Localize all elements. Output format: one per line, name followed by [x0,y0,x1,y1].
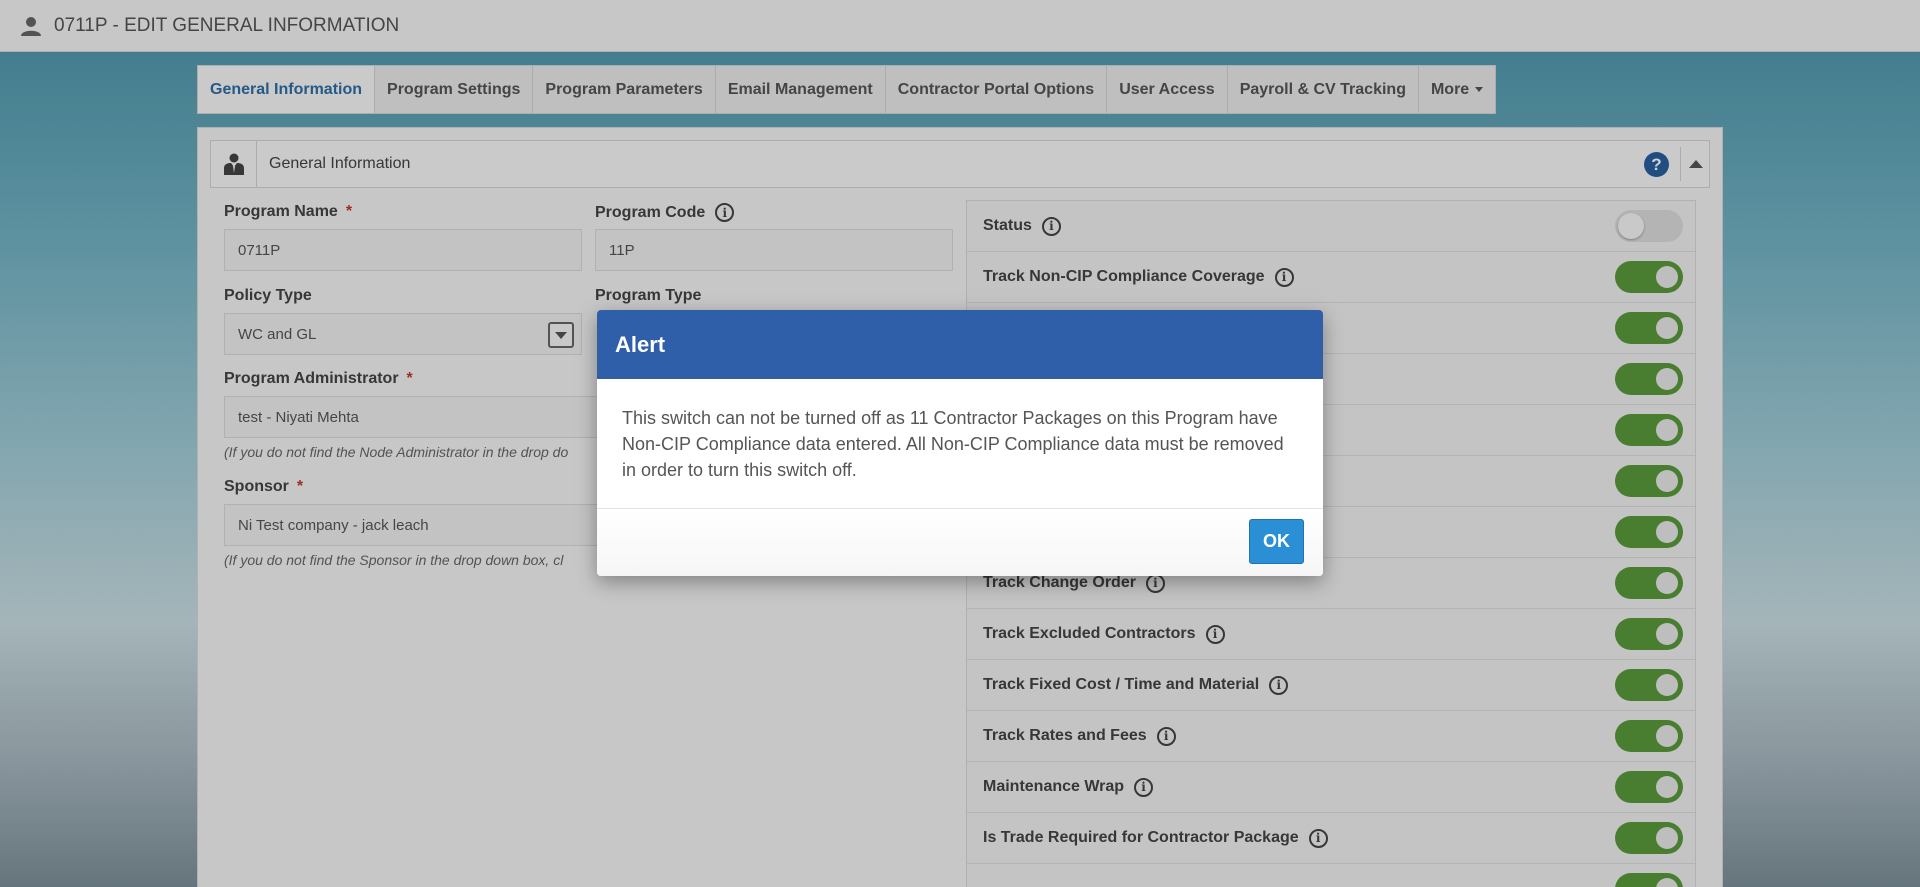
alert-message: This switch can not be turned off as 11 … [597,379,1323,509]
alert-title: Alert [597,310,1323,379]
alert-footer: OK [597,509,1323,576]
ok-button[interactable]: OK [1249,519,1304,564]
alert-dialog: Alert This switch can not be turned off … [597,310,1323,576]
